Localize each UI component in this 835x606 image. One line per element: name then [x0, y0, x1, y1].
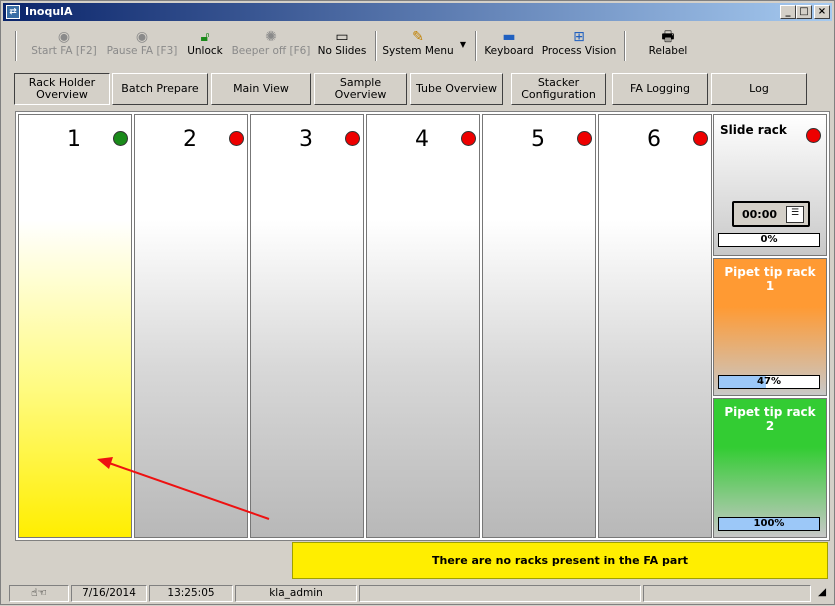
status-message-banner: There are no racks present in the FA par…: [292, 542, 828, 579]
status-bar: ☝☜ 7/16/2014 13:25:05 kla_admin ◢: [3, 585, 832, 603]
status-pane-empty: [359, 585, 641, 602]
status-pane-empty-2: [643, 585, 811, 602]
red-arrow-annotation: [97, 457, 270, 520]
hand-icon: ☝☜: [31, 587, 47, 599]
status-time: 13:25:05: [149, 585, 233, 602]
application-window: ⇄ InoqulA _ □ × ◉ Start FA [F2] ◉ Pause …: [0, 0, 835, 605]
status-date: 7/16/2014: [71, 585, 147, 602]
status-user: kla_admin: [235, 585, 357, 602]
resize-grip-icon[interactable]: ◢: [813, 585, 831, 602]
hand-icons-pane: ☝☜: [9, 585, 69, 602]
